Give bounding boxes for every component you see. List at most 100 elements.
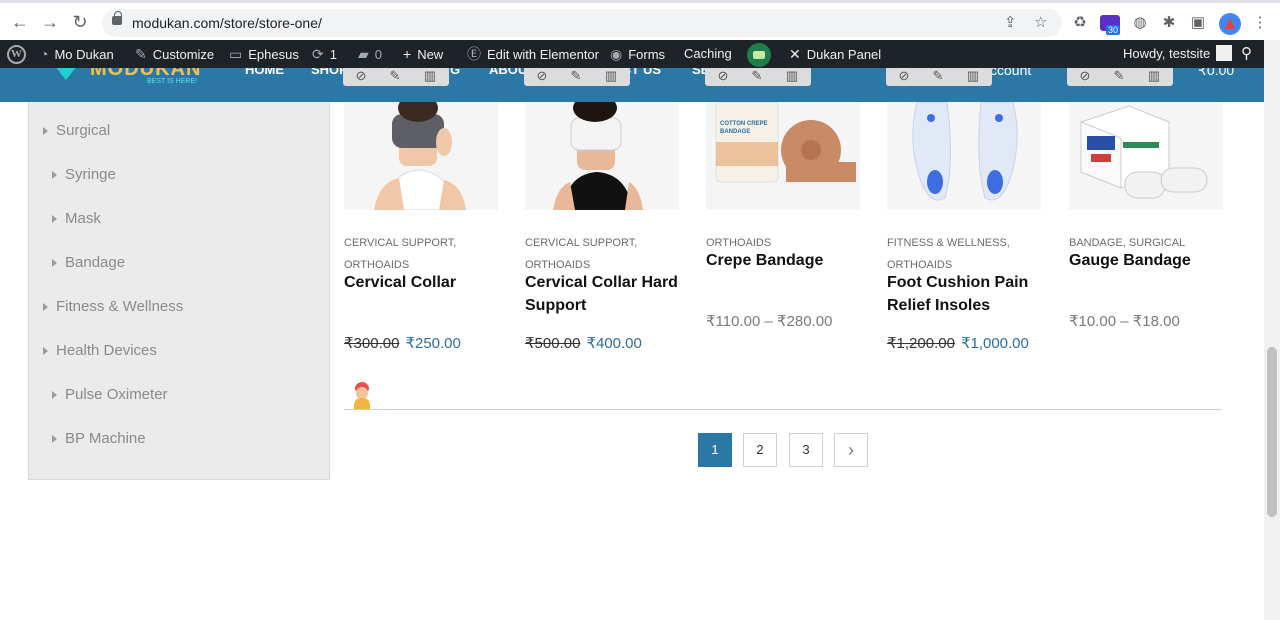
edit-icon[interactable]: ✎ [928, 68, 948, 84]
old-price: ₹500.00 [525, 335, 581, 352]
edit-icon[interactable]: ✎ [1109, 68, 1129, 84]
delete-icon[interactable]: ▥ [963, 68, 983, 84]
nav-about[interactable]: ABOU [489, 68, 527, 77]
product-title[interactable]: Cervical Collar [344, 271, 504, 294]
user-account-link[interactable]: Howdy, testsite [1123, 40, 1233, 68]
link-icon[interactable]: ⊘ [532, 68, 552, 84]
nav-blog[interactable]: G [450, 68, 460, 77]
delete-icon[interactable]: ▥ [601, 68, 621, 84]
site-name-link[interactable]: ◔ Mo Dukan [40, 40, 114, 68]
scrollbar-thumb[interactable] [1267, 347, 1277, 517]
updates-link[interactable]: ⟳ 1 [312, 40, 337, 68]
url-text[interactable]: modukan.com/store/store-one/ [132, 15, 322, 31]
extensions-puzzle-icon[interactable]: ✱ [1159, 13, 1179, 33]
chrome-menu-icon[interactable]: ⋮ [1250, 13, 1270, 33]
product-title[interactable]: Foot Cushion Pain Relief Insoles [887, 271, 1047, 317]
old-price: ₹300.00 [344, 335, 400, 352]
caching-link[interactable]: Caching [684, 40, 732, 68]
nav-home[interactable]: HOME [245, 68, 284, 77]
reload-icon[interactable]: ↻ [68, 11, 92, 35]
product-categories: CERVICAL SUPPORT, ORTHOAIDS [344, 232, 504, 276]
site-tagline: BEST IS HERE! [147, 78, 198, 85]
elementor-tools: ⊘ ✎ ▥ [343, 68, 449, 86]
edit-icon[interactable]: ✎ [385, 68, 405, 84]
dukan-panel-link[interactable]: ✕ Dukan Panel [789, 40, 881, 68]
new-content-link[interactable]: + New [403, 40, 443, 68]
product-title[interactable]: Gauge Bandage [1069, 249, 1229, 272]
category-fitness-wellness[interactable]: Fitness & Wellness [42, 298, 183, 315]
page-2-button[interactable]: 2 [743, 433, 777, 467]
theme-link[interactable]: ▭ Ephesus [229, 40, 299, 68]
wordpress-logo-icon[interactable]: W [7, 45, 26, 64]
category-health-devices[interactable]: Health Devices [43, 342, 157, 359]
updates-count: 1 [329, 47, 337, 62]
page-scrollbar[interactable] [1264, 40, 1280, 620]
category-bandage[interactable]: Bandage [51, 254, 125, 271]
link-icon[interactable]: ⊘ [713, 68, 733, 84]
product-image[interactable] [887, 102, 1041, 210]
edit-elementor-link[interactable]: Ⓔ Edit with Elementor [467, 40, 599, 68]
product-title[interactable]: Cervical Collar Hard Support [525, 271, 685, 317]
divider [344, 409, 1222, 410]
forms-link[interactable]: ◉ Forms [610, 40, 665, 68]
product-image[interactable]: COTTON CREPE BANDAGE [706, 102, 860, 210]
product-image-label: COTTON CREPE BANDAGE [720, 121, 768, 135]
comments-link[interactable]: ▰ 0 [358, 40, 382, 68]
cart-total[interactable]: ₹0.00 [1198, 68, 1234, 79]
person-avatar-icon[interactable] [352, 381, 372, 409]
category-pulse-oximeter[interactable]: Pulse Oximeter [52, 386, 168, 403]
theme-icon: ▭ [229, 46, 243, 62]
category-link[interactable]: SURGICAL [1129, 237, 1185, 249]
globe-extension-icon[interactable]: ◍ [1130, 13, 1150, 33]
delete-icon[interactable]: ▥ [1144, 68, 1164, 84]
admin-search-icon[interactable]: ⚲ [1241, 40, 1252, 68]
category-link[interactable]: CERVICAL SUPPORT, [344, 232, 504, 254]
edit-icon[interactable]: ✎ [566, 68, 586, 84]
product-categories: CERVICAL SUPPORT, ORTHOAIDS [525, 232, 685, 276]
product-image[interactable] [525, 102, 679, 210]
lock-icon [112, 11, 122, 25]
forms-icon: ◉ [610, 46, 623, 62]
share-icon[interactable]: ⇪ [1004, 13, 1017, 31]
product-price: ₹500.00 ₹400.00 [525, 334, 642, 352]
updates-icon: ⟳ [312, 46, 324, 62]
product-title[interactable]: Crepe Bandage [706, 249, 866, 272]
bookmark-star-icon[interactable]: ☆ [1034, 13, 1047, 31]
recycle-extension-icon[interactable]: ♻ [1070, 13, 1090, 33]
delete-icon[interactable]: ▥ [420, 68, 440, 84]
product-price-range: ₹110.00 – ₹280.00 [706, 313, 833, 330]
sale-price: ₹250.00 [405, 335, 461, 352]
customize-label: Customize [152, 47, 215, 62]
wp-admin-bar: W ◔ Mo Dukan ✎ Customize ▭ Ephesus ⟳ 1 ▰ 0 + N… [0, 40, 1264, 69]
category-link[interactable]: CERVICAL SUPPORT, [525, 232, 685, 254]
delete-icon[interactable]: ▥ [782, 68, 802, 84]
link-icon[interactable]: ⊘ [1075, 68, 1095, 84]
link-icon[interactable]: ⊘ [894, 68, 914, 84]
side-panel-icon[interactable]: ▣ [1188, 13, 1208, 33]
forward-icon[interactable]: → [38, 11, 62, 35]
back-icon[interactable]: ← [8, 11, 32, 35]
elementor-tools: ⊘ ✎ ▥ [886, 68, 992, 86]
product-image[interactable] [1069, 102, 1223, 210]
address-bar[interactable]: modukan.com/store/store-one/ ⇪ ☆ [102, 9, 1062, 37]
category-bp-machine[interactable]: BP Machine [52, 430, 146, 447]
next-page-button[interactable]: › [834, 433, 868, 467]
profile-avatar[interactable] [1219, 13, 1241, 35]
seo-badge-icon[interactable] [745, 41, 773, 69]
product-image[interactable] [344, 102, 498, 210]
category-link[interactable]: BANDAGE, [1069, 237, 1126, 249]
product-categories: FITNESS & WELLNESS, ORTHOAIDS [887, 232, 1047, 276]
page-3-button[interactable]: 3 [789, 433, 823, 467]
edit-icon[interactable]: ✎ [747, 68, 767, 84]
category-mask[interactable]: Mask [52, 210, 101, 227]
site-header: MODUKAN BEST IS HERE! HOME SHOP G ABOU C… [0, 68, 1264, 102]
category-link[interactable]: FITNESS & WELLNESS, [887, 232, 1047, 254]
category-syringe[interactable]: Syringe [52, 166, 116, 183]
school-extension-icon[interactable]: 30 [1100, 15, 1121, 35]
comment-icon: ▰ [358, 46, 369, 62]
page-1-button[interactable]: 1 [698, 433, 732, 467]
category-surgical[interactable]: Surgical [42, 122, 110, 139]
account-link[interactable]: ccount [990, 68, 1031, 78]
link-icon[interactable]: ⊘ [351, 68, 371, 84]
customize-link[interactable]: ✎ Customize [135, 40, 214, 68]
